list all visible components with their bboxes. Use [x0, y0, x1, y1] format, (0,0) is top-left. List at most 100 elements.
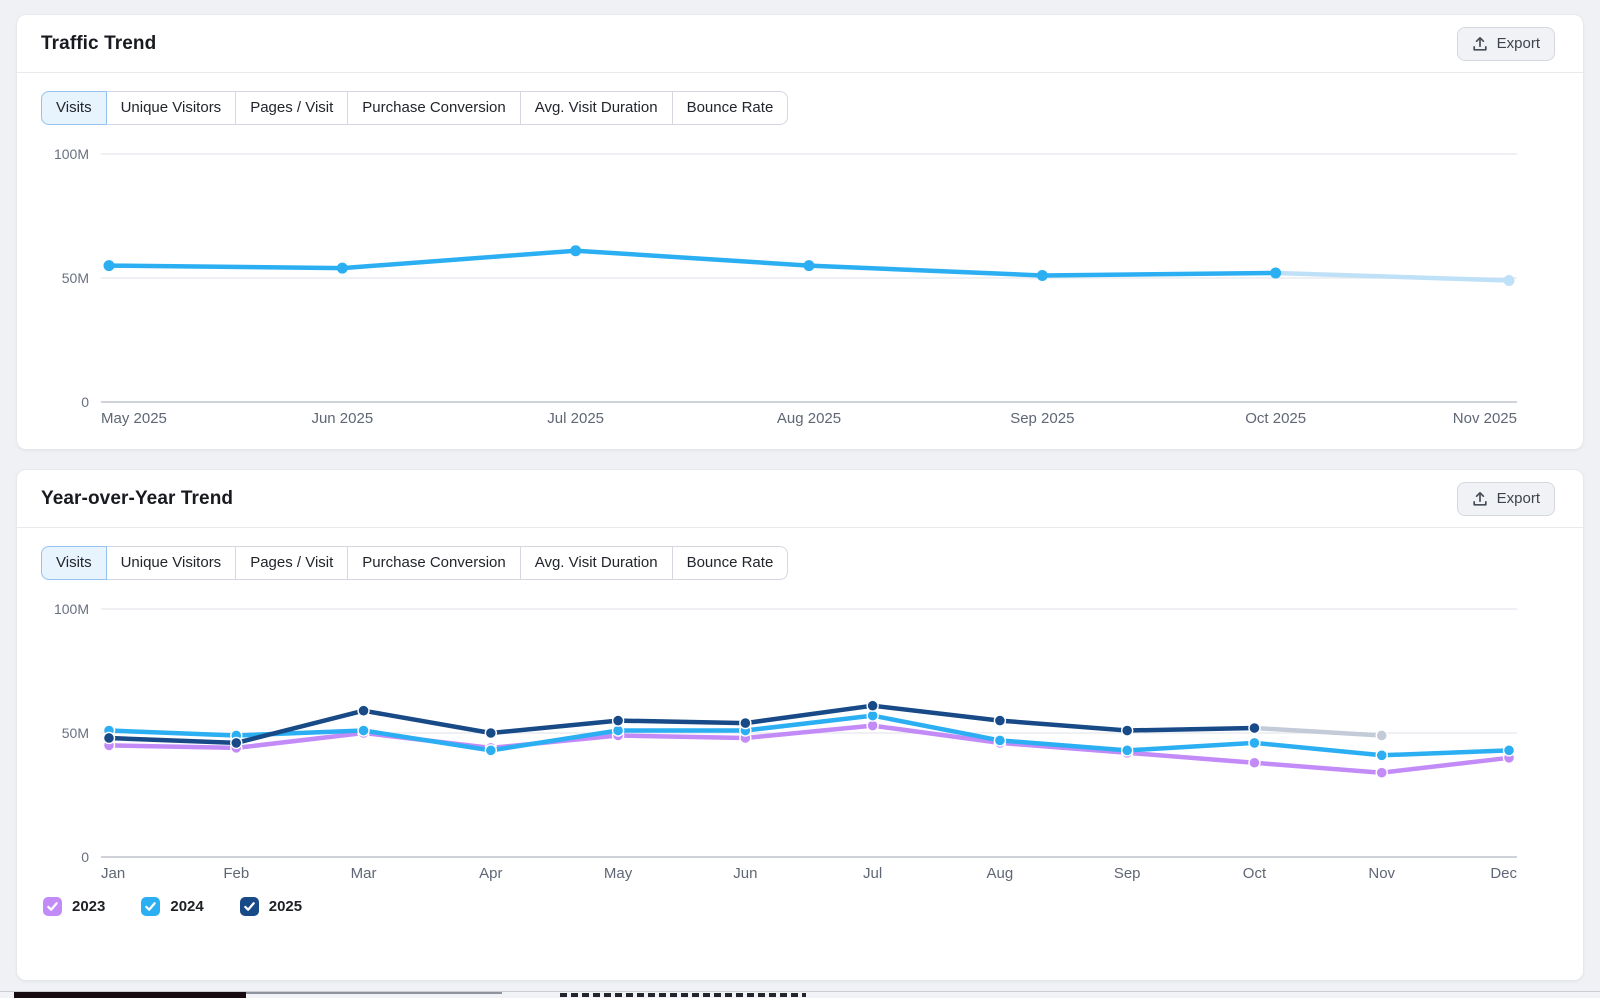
traffic-trend-chart[interactable]: 100M 50M 0 May 2025 Jun 2025 Jul 2025 Aug 2025… — [41, 128, 1559, 430]
x-axis-label: Oct — [1243, 865, 1267, 882]
data-point[interactable] — [231, 737, 242, 748]
year-over-year-card: Year-over-Year Trend Export VisitsUnique… — [16, 469, 1584, 981]
x-axis-label: Sep 2025 — [1010, 410, 1074, 427]
data-point[interactable] — [485, 728, 496, 739]
line-series-visits-2025-faded — [1276, 273, 1509, 281]
y-axis-tick: 50M — [62, 270, 89, 286]
y-axis-tick: 100M — [54, 146, 89, 162]
year-over-year-header: Year-over-Year Trend Export — [17, 470, 1583, 528]
x-axis-label: Jul 2025 — [547, 410, 604, 427]
legend-label: 2025 — [269, 898, 302, 915]
data-point[interactable] — [613, 715, 624, 726]
tab-pages-visit[interactable]: Pages / Visit — [235, 91, 348, 125]
card-title: Traffic Trend — [41, 33, 156, 55]
data-point[interactable] — [1122, 725, 1133, 736]
x-axis-label: Jun 2025 — [311, 410, 373, 427]
line-series-2025-faded — [1255, 728, 1382, 736]
tab-unique-visitors[interactable]: Unique Visitors — [106, 91, 237, 125]
data-point[interactable] — [358, 725, 369, 736]
year-legend: 2023 2024 2025 — [41, 897, 1559, 916]
traffic-trend-body: VisitsUnique VisitorsPages / VisitPurcha… — [17, 73, 1583, 430]
data-point[interactable] — [804, 260, 815, 271]
tab-purchase-conversion[interactable]: Purchase Conversion — [347, 91, 520, 125]
data-point[interactable] — [358, 705, 369, 716]
check-icon — [144, 900, 157, 913]
x-axis-label: Sep — [1114, 865, 1141, 882]
check-icon — [46, 900, 59, 913]
x-axis-label: May — [604, 865, 633, 882]
legend-label: 2023 — [72, 898, 105, 915]
clipped-next-section — [0, 991, 1600, 998]
data-point[interactable] — [1376, 767, 1387, 778]
x-axis-label: Feb — [223, 865, 249, 882]
legend-item-2024: 2024 — [141, 897, 203, 916]
data-point[interactable] — [1122, 745, 1133, 756]
tab-unique-visitors[interactable]: Unique Visitors — [106, 546, 237, 580]
y-axis-tick: 0 — [81, 394, 89, 410]
checkbox-2023[interactable] — [43, 897, 62, 916]
x-axis-label: May 2025 — [101, 410, 167, 427]
x-axis-label: Jul — [863, 865, 882, 882]
x-axis-label: Oct 2025 — [1245, 410, 1306, 427]
checkbox-2024[interactable] — [141, 897, 160, 916]
export-button-label: Export — [1497, 490, 1540, 507]
export-button[interactable]: Export — [1457, 482, 1555, 516]
data-point[interactable] — [1037, 270, 1048, 281]
data-point[interactable] — [1249, 723, 1260, 734]
data-point[interactable] — [1504, 745, 1515, 756]
clipped-thumbnail — [14, 992, 246, 998]
x-axis-label: Aug 2025 — [777, 410, 841, 427]
metric-tabs: VisitsUnique VisitorsPages / VisitPurcha… — [41, 91, 788, 125]
traffic-trend-header: Traffic Trend Export — [17, 15, 1583, 73]
data-point[interactable] — [1376, 730, 1387, 741]
data-point[interactable] — [104, 260, 115, 271]
data-point[interactable] — [104, 732, 115, 743]
data-point[interactable] — [994, 735, 1005, 746]
metric-tabs: VisitsUnique VisitorsPages / VisitPurcha… — [41, 546, 788, 580]
x-axis-label: Nov 2025 — [1453, 410, 1517, 427]
data-point[interactable] — [994, 715, 1005, 726]
x-axis-label: Aug — [987, 865, 1014, 882]
data-point[interactable] — [570, 245, 581, 256]
tab-purchase-conversion[interactable]: Purchase Conversion — [347, 546, 520, 580]
card-title: Year-over-Year Trend — [41, 488, 233, 510]
y-axis-tick: 50M — [62, 725, 89, 741]
x-axis-label: Apr — [479, 865, 502, 882]
data-point[interactable] — [867, 700, 878, 711]
data-point[interactable] — [1249, 737, 1260, 748]
data-point[interactable] — [485, 745, 496, 756]
tab-avg-visit-duration[interactable]: Avg. Visit Duration — [520, 546, 673, 580]
x-axis-label: Mar — [351, 865, 377, 882]
tab-avg-visit-duration[interactable]: Avg. Visit Duration — [520, 91, 673, 125]
tab-visits[interactable]: Visits — [41, 91, 107, 125]
data-point[interactable] — [1270, 268, 1281, 279]
line-chart-canvas: 100M 50M 0 May 2025 Jun 2025 Jul 2025 Aug 2025… — [41, 128, 1561, 430]
x-axis-label: Jan — [101, 865, 125, 882]
data-point[interactable] — [1376, 750, 1387, 761]
data-point[interactable] — [1249, 757, 1260, 768]
data-point[interactable] — [337, 263, 348, 274]
tab-bounce-rate[interactable]: Bounce Rate — [672, 546, 789, 580]
checkbox-2025[interactable] — [240, 897, 259, 916]
line-series-visits-2025 — [109, 251, 1276, 276]
year-over-year-chart[interactable]: 100M50M0JanFebMarAprMayJunJulAugSepOctNo… — [41, 583, 1559, 885]
clipped-text — [560, 993, 806, 997]
x-axis-label: Jun — [733, 865, 757, 882]
year-over-year-body: VisitsUnique VisitorsPages / VisitPurcha… — [17, 528, 1583, 916]
traffic-trend-card: Traffic Trend Export VisitsUnique Visito… — [16, 14, 1584, 450]
tab-bounce-rate[interactable]: Bounce Rate — [672, 91, 789, 125]
clipped-divider — [246, 992, 502, 994]
legend-item-2025: 2025 — [240, 897, 302, 916]
check-icon — [243, 900, 256, 913]
data-point[interactable] — [740, 718, 751, 729]
y-axis-tick: 100M — [54, 601, 89, 617]
tab-pages-visit[interactable]: Pages / Visit — [235, 546, 348, 580]
tab-visits[interactable]: Visits — [41, 546, 107, 580]
export-button-label: Export — [1497, 35, 1540, 52]
data-point[interactable] — [1504, 275, 1515, 286]
y-axis-tick: 0 — [81, 849, 89, 865]
legend-label: 2024 — [170, 898, 203, 915]
upload-icon — [1472, 491, 1488, 507]
upload-icon — [1472, 36, 1488, 52]
export-button[interactable]: Export — [1457, 27, 1555, 61]
